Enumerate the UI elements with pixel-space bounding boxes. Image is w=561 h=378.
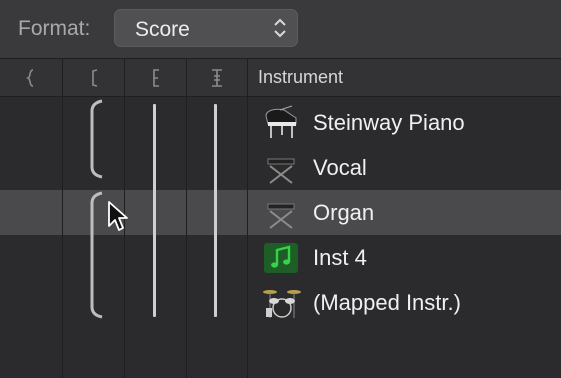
instrument-name: Organ xyxy=(313,200,375,225)
format-label: Format: xyxy=(18,17,91,40)
bracket-column-header[interactable] xyxy=(63,59,125,96)
mouse-pointer-icon xyxy=(108,201,128,231)
instrument-name: (Mapped Instr.) xyxy=(313,290,461,315)
updown-chevron-icon xyxy=(273,17,287,44)
grand-piano-icon xyxy=(262,104,300,142)
bracket-group-marks[interactable] xyxy=(80,97,110,322)
barline-column-header[interactable] xyxy=(187,59,248,96)
keyboard-stand-icon xyxy=(262,194,300,232)
column-divider xyxy=(247,59,248,378)
subbracket-column-header[interactable] xyxy=(125,59,187,96)
column-divider xyxy=(62,59,63,378)
keyboard-stand-icon xyxy=(262,149,300,187)
toolbar: Format: Score xyxy=(0,0,561,59)
column-header: Instrument xyxy=(0,59,561,97)
drum-kit-icon xyxy=(262,284,301,322)
brace-column-header[interactable] xyxy=(0,59,63,96)
instrument-name: Vocal xyxy=(313,155,367,180)
subbracket-line[interactable] xyxy=(153,104,156,317)
barline-line[interactable] xyxy=(214,104,217,317)
format-select[interactable]: Score xyxy=(114,9,298,47)
music-note-icon xyxy=(262,239,300,277)
instrument-name: Inst 4 xyxy=(313,245,367,270)
format-select-value: Score xyxy=(135,18,190,41)
instrument-name: Steinway Piano xyxy=(313,110,465,135)
column-divider xyxy=(186,59,187,378)
instrument-column-header[interactable]: Instrument xyxy=(258,67,343,88)
